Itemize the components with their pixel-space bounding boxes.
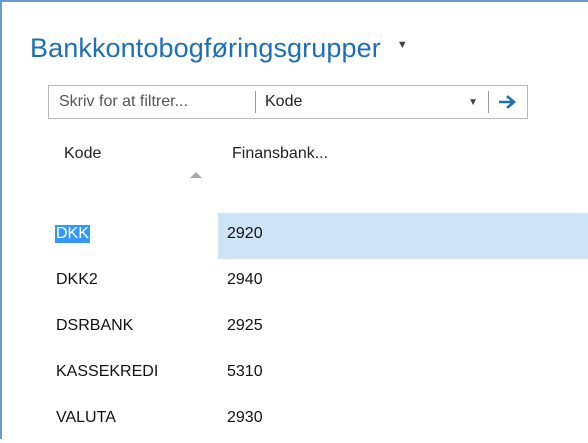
cell-code[interactable]: DKK [55, 225, 90, 243]
sort-ascending-icon [190, 172, 202, 178]
cell-account[interactable]: 2920 [227, 225, 263, 243]
page-title: Bankkontobogføringsgrupper [30, 32, 381, 63]
filter-field-select[interactable]: Kode ▼ [256, 88, 488, 116]
chevron-down-icon: ▼ [468, 96, 478, 108]
arrow-right-icon [499, 95, 517, 109]
title-menu-chevron-down-icon[interactable]: ▼ [397, 39, 408, 51]
cell-row-highlight [218, 213, 588, 259]
filter-bar: Kode ▼ [48, 85, 528, 119]
table-row[interactable]: VALUTA 2930 [4, 397, 588, 443]
cell-code[interactable]: KASSEKREDI [56, 363, 158, 381]
table-row[interactable]: KASSEKREDI 5310 [4, 351, 588, 397]
filter-search-input[interactable] [49, 88, 255, 116]
table-row[interactable]: DSRBANK 2925 [4, 305, 588, 351]
table-row[interactable]: DKK 2920 [4, 213, 588, 259]
cell-code[interactable]: DKK2 [56, 271, 98, 289]
cell-code[interactable]: DSRBANK [56, 317, 133, 335]
table-body: DKK 2920 DKK2 2940 DSRBANK 2925 KASSEKRE… [4, 213, 588, 443]
cell-account[interactable]: 5310 [227, 363, 263, 381]
title-row: Bankkontobogføringsgrupper ▼ [30, 28, 408, 68]
column-header-account[interactable]: Finansbank... [232, 145, 328, 163]
cell-account[interactable]: 2925 [227, 317, 263, 335]
filter-field-value: Kode [265, 93, 303, 110]
cell-code-background [4, 213, 218, 259]
apply-filter-button[interactable] [489, 86, 527, 118]
cell-account[interactable]: 2940 [227, 271, 263, 289]
cell-code[interactable]: VALUTA [56, 409, 116, 427]
page-frame: Bankkontobogføringsgrupper ▼ Kode ▼ Kode… [0, 0, 588, 439]
table-row[interactable]: DKK2 2940 [4, 259, 588, 305]
cell-account[interactable]: 2930 [227, 409, 263, 427]
column-header-code[interactable]: Kode [64, 145, 101, 163]
